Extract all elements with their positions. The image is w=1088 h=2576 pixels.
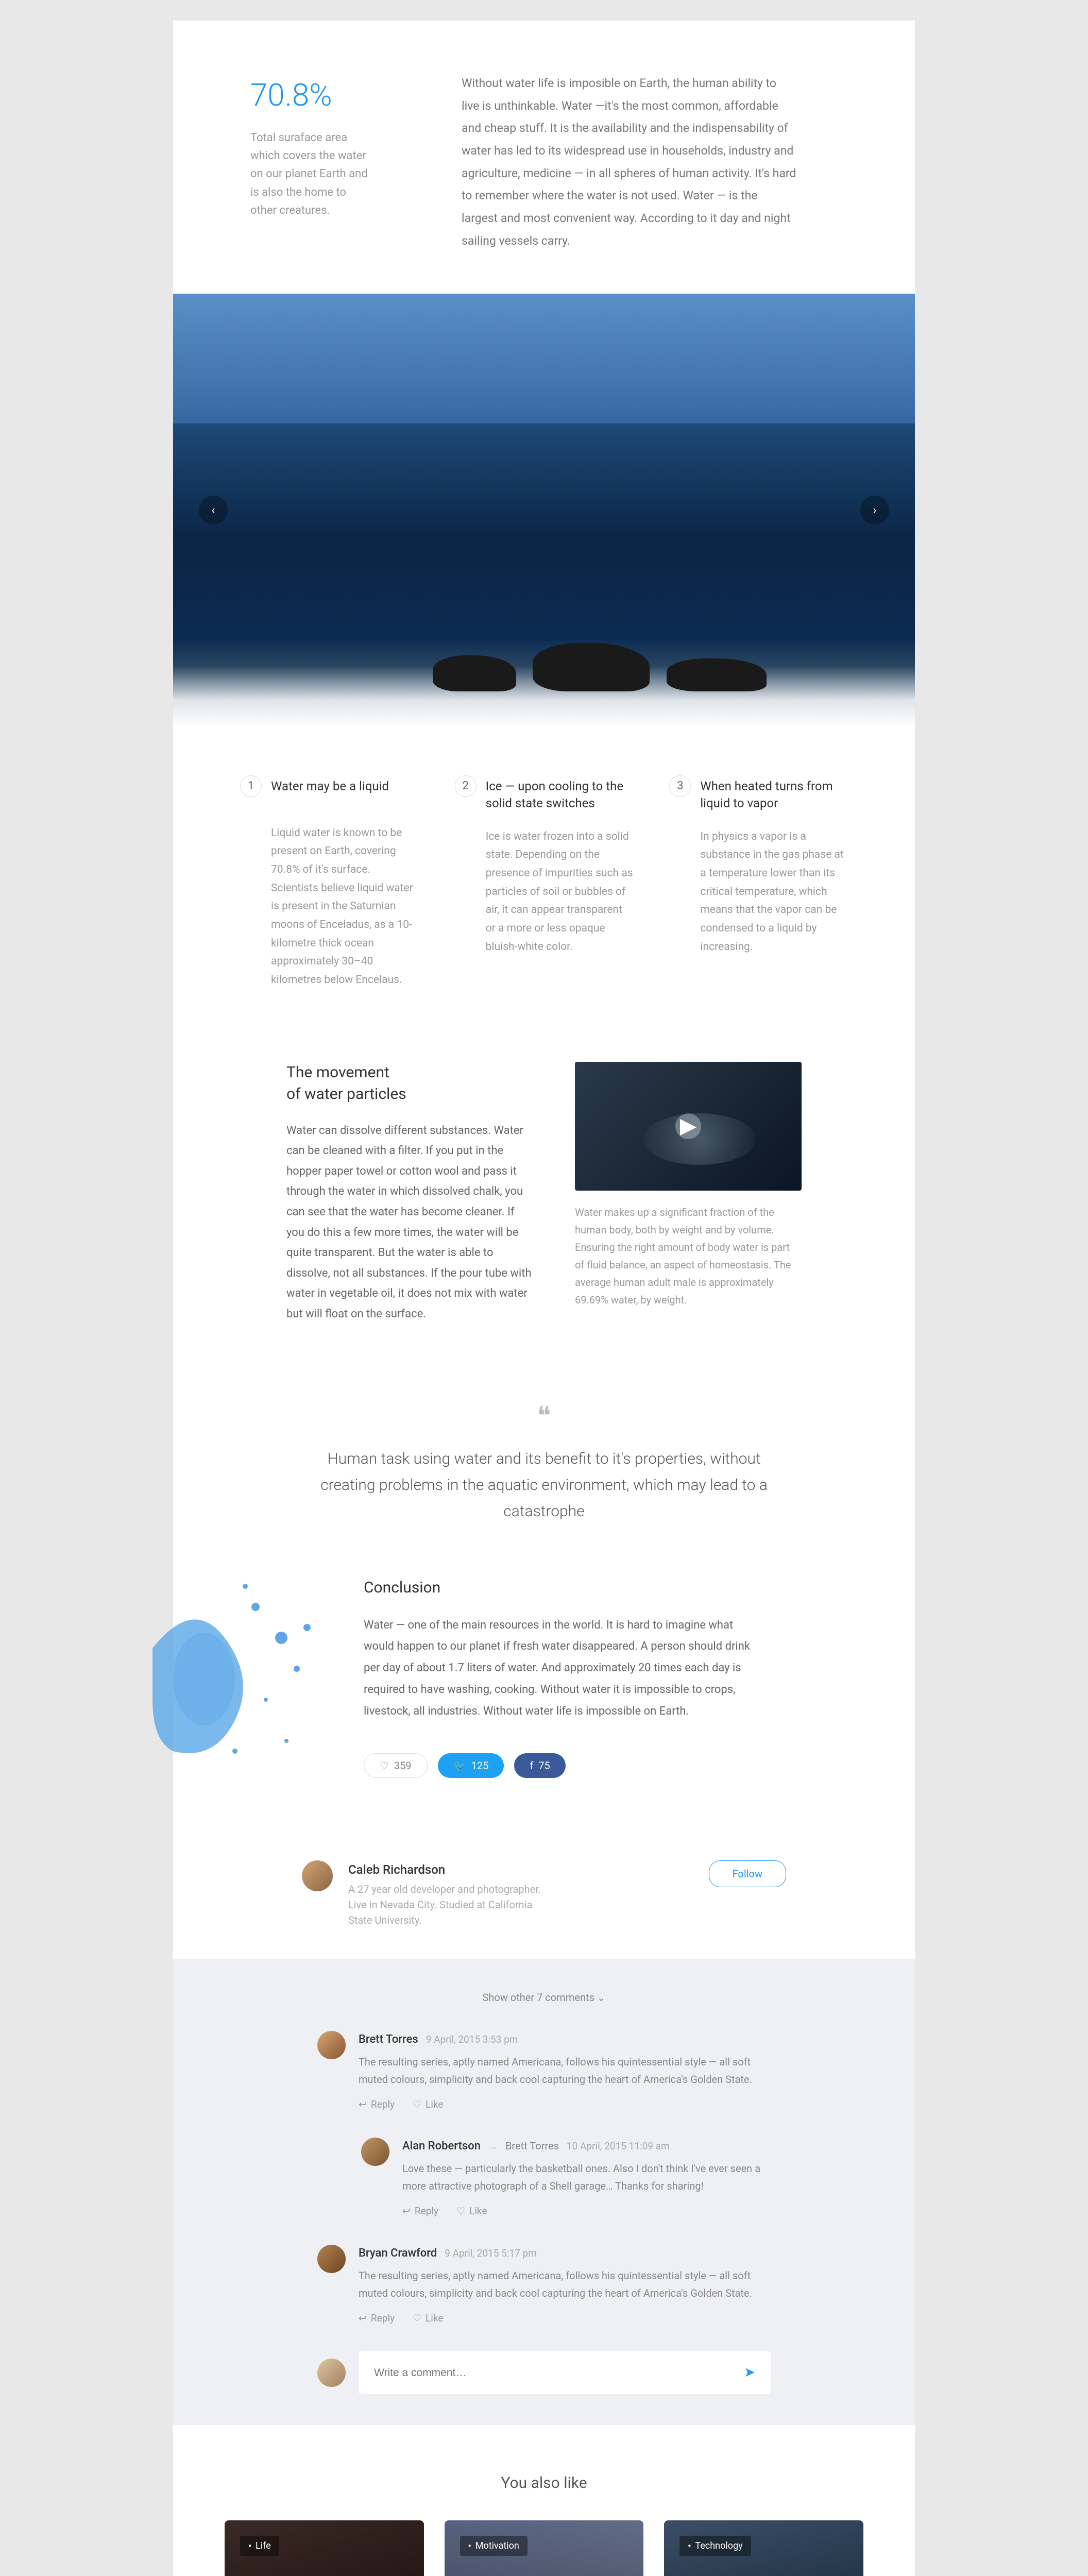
comment-item: Alan Robertson → Brett Torres 10 April, … bbox=[361, 2138, 771, 2219]
comment-avatar bbox=[361, 2138, 389, 2166]
movement-section: The movementof water particles Water can… bbox=[173, 1031, 915, 1376]
slider-next-button[interactable]: › bbox=[860, 496, 889, 524]
reply-arrow-icon: → bbox=[488, 2140, 498, 2154]
comment-like-button[interactable]: ♡ Like bbox=[413, 2097, 443, 2112]
slider-prev-button[interactable]: ‹ bbox=[199, 496, 228, 524]
water-states-section: 1 Water may be a liquid Liquid water is … bbox=[173, 726, 915, 1031]
related-card[interactable]: Technology Solar Perspectives: Executive… bbox=[664, 2520, 863, 2576]
comment-author: Brett Torres bbox=[359, 2031, 418, 2048]
reply-icon: ↩ bbox=[402, 2204, 411, 2219]
send-icon[interactable]: ➤ bbox=[744, 2363, 755, 2383]
author-name: Caleb Richardson bbox=[348, 1860, 693, 1879]
comment-date: 9 April, 2015 5:17 pm bbox=[445, 2246, 537, 2261]
reply-icon: ↩ bbox=[359, 2097, 367, 2112]
state-description: Ice is water frozen into a solid state. … bbox=[486, 828, 634, 957]
state-title: When heated turns from liquid to vapor bbox=[700, 778, 848, 812]
reply-button[interactable]: ↩ Reply bbox=[359, 2097, 395, 2112]
water-splash-illustration bbox=[152, 1545, 348, 1792]
comment-text: Love these — particularly the basketball… bbox=[402, 2160, 771, 2195]
twitter-count: 125 bbox=[471, 1758, 489, 1773]
comment-date: 9 April, 2015 3:53 pm bbox=[426, 2032, 518, 2047]
comment-like-button[interactable]: ♡ Like bbox=[456, 2204, 487, 2219]
quote-text: Human task using water and its benefit t… bbox=[302, 1446, 786, 1524]
state-item: 2 Ice — upon cooling to the solid state … bbox=[455, 778, 634, 990]
comment-like-button[interactable]: ♡ Like bbox=[413, 2311, 443, 2326]
like-button[interactable]: ♡ 359 bbox=[364, 1753, 428, 1778]
twitter-share-button[interactable]: 🐦 125 bbox=[438, 1753, 504, 1778]
author-section: Caleb Richardson A 27 year old developer… bbox=[173, 1819, 915, 1959]
reply-button[interactable]: ↩ Reply bbox=[359, 2311, 395, 2326]
show-more-comments[interactable]: Show other 7 comments ⌄ bbox=[317, 1990, 771, 2005]
comment-author: Alan Robertson bbox=[402, 2138, 481, 2155]
facebook-count: 75 bbox=[538, 1758, 550, 1773]
movement-text: Water can dissolve different substances.… bbox=[286, 1121, 534, 1325]
author-bio: A 27 year old developer and photographer… bbox=[348, 1882, 554, 1928]
state-item: 1 Water may be a liquid Liquid water is … bbox=[240, 778, 419, 990]
comment-input[interactable] bbox=[374, 2367, 744, 2379]
reply-icon: ↩ bbox=[359, 2311, 367, 2326]
twitter-icon: 🐦 bbox=[453, 1758, 466, 1773]
state-item: 3 When heated turns from liquid to vapor… bbox=[669, 778, 848, 990]
heart-icon: ♡ bbox=[413, 2311, 421, 2326]
related-card[interactable]: Motivation Hypnotize Yourself Into the G… bbox=[445, 2520, 644, 2576]
card-tag: Life bbox=[240, 2536, 279, 2556]
stat-percentage: 70.8% bbox=[250, 72, 369, 118]
comment-text: The resulting series, aptly named Americ… bbox=[359, 2053, 771, 2088]
comment-date: 10 April, 2015 11:09 am bbox=[567, 2139, 670, 2154]
heart-icon: ♡ bbox=[413, 2097, 421, 2112]
heart-icon: ♡ bbox=[456, 2204, 465, 2219]
video-caption: Water makes up a significant fraction of… bbox=[575, 1204, 802, 1309]
comment-item: Bryan Crawford 9 April, 2015 5:17 pm The… bbox=[317, 2245, 771, 2326]
reply-to-name: Brett Torres bbox=[505, 2138, 559, 2154]
card-tag: Technology bbox=[679, 2536, 751, 2556]
follow-button[interactable]: Follow bbox=[709, 1860, 786, 1887]
reply-button[interactable]: ↩ Reply bbox=[402, 2204, 438, 2219]
conclusion-text: Water — one of the main resources in the… bbox=[364, 1615, 760, 1722]
quote-icon: ❝ bbox=[302, 1397, 786, 1435]
related-card[interactable]: Life How to Stop Living Your Life on Aut… bbox=[225, 2520, 424, 2576]
movement-title: The movementof water particles bbox=[286, 1062, 534, 1105]
state-number: 2 bbox=[455, 775, 477, 797]
stat-description: Total suraface area which covers the wat… bbox=[250, 129, 369, 219]
state-description: Liquid water is known to be present on E… bbox=[271, 824, 419, 990]
conclusion-title: Conclusion bbox=[364, 1576, 760, 1599]
like-count: 359 bbox=[394, 1758, 412, 1773]
facebook-icon: f bbox=[530, 1758, 533, 1773]
facebook-share-button[interactable]: f 75 bbox=[514, 1753, 565, 1778]
comment-avatar bbox=[317, 2031, 346, 2059]
related-title: You also like bbox=[225, 2471, 863, 2495]
intro-paragraph: Without water life is imposible on Earth… bbox=[462, 72, 796, 252]
heart-icon: ♡ bbox=[380, 1758, 389, 1773]
card-tag: Motivation bbox=[460, 2536, 528, 2556]
state-title: Water may be a liquid bbox=[271, 778, 419, 809]
comment-avatar bbox=[317, 2245, 346, 2273]
state-description: In physics a vapor is a substance in the… bbox=[700, 828, 848, 957]
comment-author: Bryan Crawford bbox=[359, 2245, 437, 2262]
conclusion-section: Conclusion Water — one of the main resou… bbox=[173, 1576, 915, 1819]
play-icon: ▶ bbox=[675, 1113, 701, 1139]
user-avatar bbox=[317, 2359, 346, 2387]
hero-slider: ‹ › bbox=[173, 294, 915, 726]
comment-text: The resulting series, aptly named Americ… bbox=[359, 2267, 771, 2302]
comment-item: Brett Torres 9 April, 2015 3:53 pm The r… bbox=[317, 2031, 771, 2112]
author-avatar bbox=[302, 1860, 333, 1891]
comments-section: Show other 7 comments ⌄ Brett Torres 9 A… bbox=[173, 1959, 915, 2426]
video-thumbnail[interactable]: ▶ bbox=[575, 1062, 802, 1191]
intro-section: 70.8% Total suraface area which covers t… bbox=[173, 21, 915, 294]
related-section: You also like ‹ › Life How to Stop Livin… bbox=[173, 2425, 915, 2576]
state-number: 1 bbox=[240, 775, 262, 797]
state-number: 3 bbox=[669, 775, 691, 797]
state-title: Ice — upon cooling to the solid state sw… bbox=[486, 778, 634, 812]
